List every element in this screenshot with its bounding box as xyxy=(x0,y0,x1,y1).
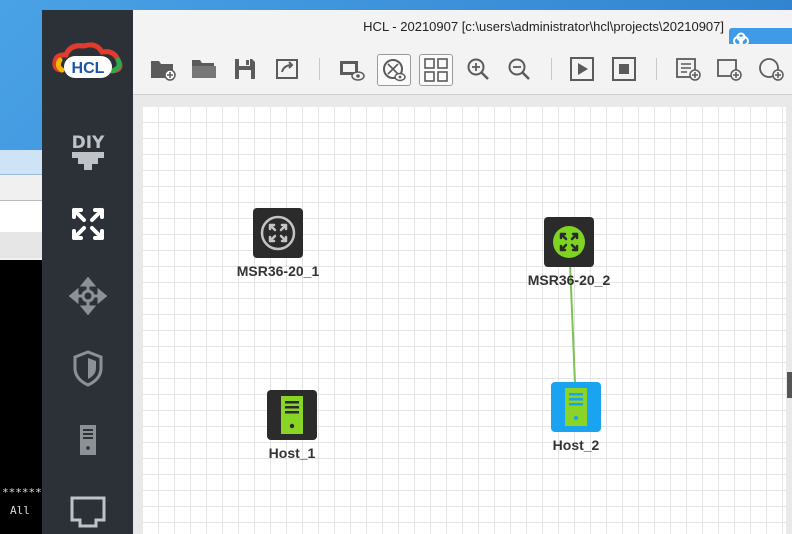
device-label: MSR36-20_2 xyxy=(527,272,611,288)
add-rect-icon xyxy=(717,59,742,81)
sidebar-item-diy[interactable]: DIY xyxy=(66,130,110,174)
save-icon xyxy=(235,59,255,79)
show-topology-button[interactable] xyxy=(377,54,411,86)
start-button[interactable] xyxy=(566,54,598,84)
title-bar: HCL - 20210907 [c:\users\administrator\h… xyxy=(133,10,792,52)
host-icon xyxy=(281,396,303,434)
sidebar-item-switches[interactable] xyxy=(66,274,110,318)
device-label: Host_1 xyxy=(268,445,316,461)
toolbar xyxy=(133,44,792,95)
terminal-line: All xyxy=(10,504,30,517)
open-project-button[interactable] xyxy=(188,54,220,84)
start-icon xyxy=(570,57,594,81)
background-terminal: ****** All xyxy=(0,260,42,534)
zoom-in-icon xyxy=(467,58,489,80)
stop-icon xyxy=(612,57,636,81)
show-device-icon xyxy=(340,61,365,81)
firewall-icon xyxy=(73,350,103,387)
show-device-button[interactable] xyxy=(335,54,367,84)
device-msr36-20-2[interactable] xyxy=(544,217,594,267)
zoom-in-button[interactable] xyxy=(462,54,494,84)
terminal-line: ****** xyxy=(2,486,42,499)
workspace: MSR36-20_1 MSR36-20_2 Host_1 Host_2 xyxy=(133,95,792,534)
sidebar-item-terminals[interactable] xyxy=(66,418,110,462)
sidebar-item-connections[interactable] xyxy=(66,490,110,534)
zoom-out-button[interactable] xyxy=(503,54,535,84)
stop-button[interactable] xyxy=(608,54,640,84)
device-host-2[interactable] xyxy=(551,382,601,432)
export-button[interactable] xyxy=(271,54,303,84)
add-ellipse-button[interactable] xyxy=(755,54,787,84)
export-icon xyxy=(276,59,298,79)
save-button[interactable] xyxy=(229,54,261,84)
add-ellipse-icon xyxy=(759,58,784,81)
router-running-icon xyxy=(553,226,585,258)
show-topology-icon xyxy=(383,59,406,82)
sidebar-item-routers[interactable] xyxy=(66,202,110,246)
hcl-logo: HCL xyxy=(52,40,124,84)
sidebar-item-firewalls[interactable] xyxy=(66,346,110,390)
router-icon xyxy=(260,215,296,251)
router-icon xyxy=(72,208,104,240)
scrollbar-handle[interactable] xyxy=(787,372,792,398)
add-list-icon xyxy=(676,58,701,81)
link-msr2-host2[interactable] xyxy=(143,107,786,534)
port-icon xyxy=(70,496,106,528)
svg-text:DIY: DIY xyxy=(72,133,105,153)
grid-icon xyxy=(424,58,448,82)
device-label: MSR36-20_1 xyxy=(236,263,320,279)
device-msr36-20-1[interactable] xyxy=(253,208,303,258)
diy-icon: DIY xyxy=(72,133,105,170)
svg-text:HCL: HCL xyxy=(72,60,105,77)
background-window xyxy=(0,150,42,260)
new-project-icon xyxy=(151,61,176,81)
zoom-out-icon xyxy=(508,58,530,80)
device-host-1[interactable] xyxy=(267,390,317,440)
topology-canvas[interactable]: MSR36-20_1 MSR36-20_2 Host_1 Host_2 xyxy=(143,107,786,534)
add-rect-button[interactable] xyxy=(713,54,745,84)
host-icon xyxy=(80,425,96,455)
window-title: HCL - 20210907 [c:\users\administrator\h… xyxy=(363,19,724,34)
add-list-button[interactable] xyxy=(672,54,704,84)
grid-button[interactable] xyxy=(419,54,453,86)
device-sidebar: HCL DIY xyxy=(42,10,133,534)
switch-icon xyxy=(68,276,108,316)
open-project-icon xyxy=(192,60,216,78)
device-label: Host_2 xyxy=(552,437,600,453)
host-icon xyxy=(565,388,587,426)
new-project-button[interactable] xyxy=(147,54,179,84)
